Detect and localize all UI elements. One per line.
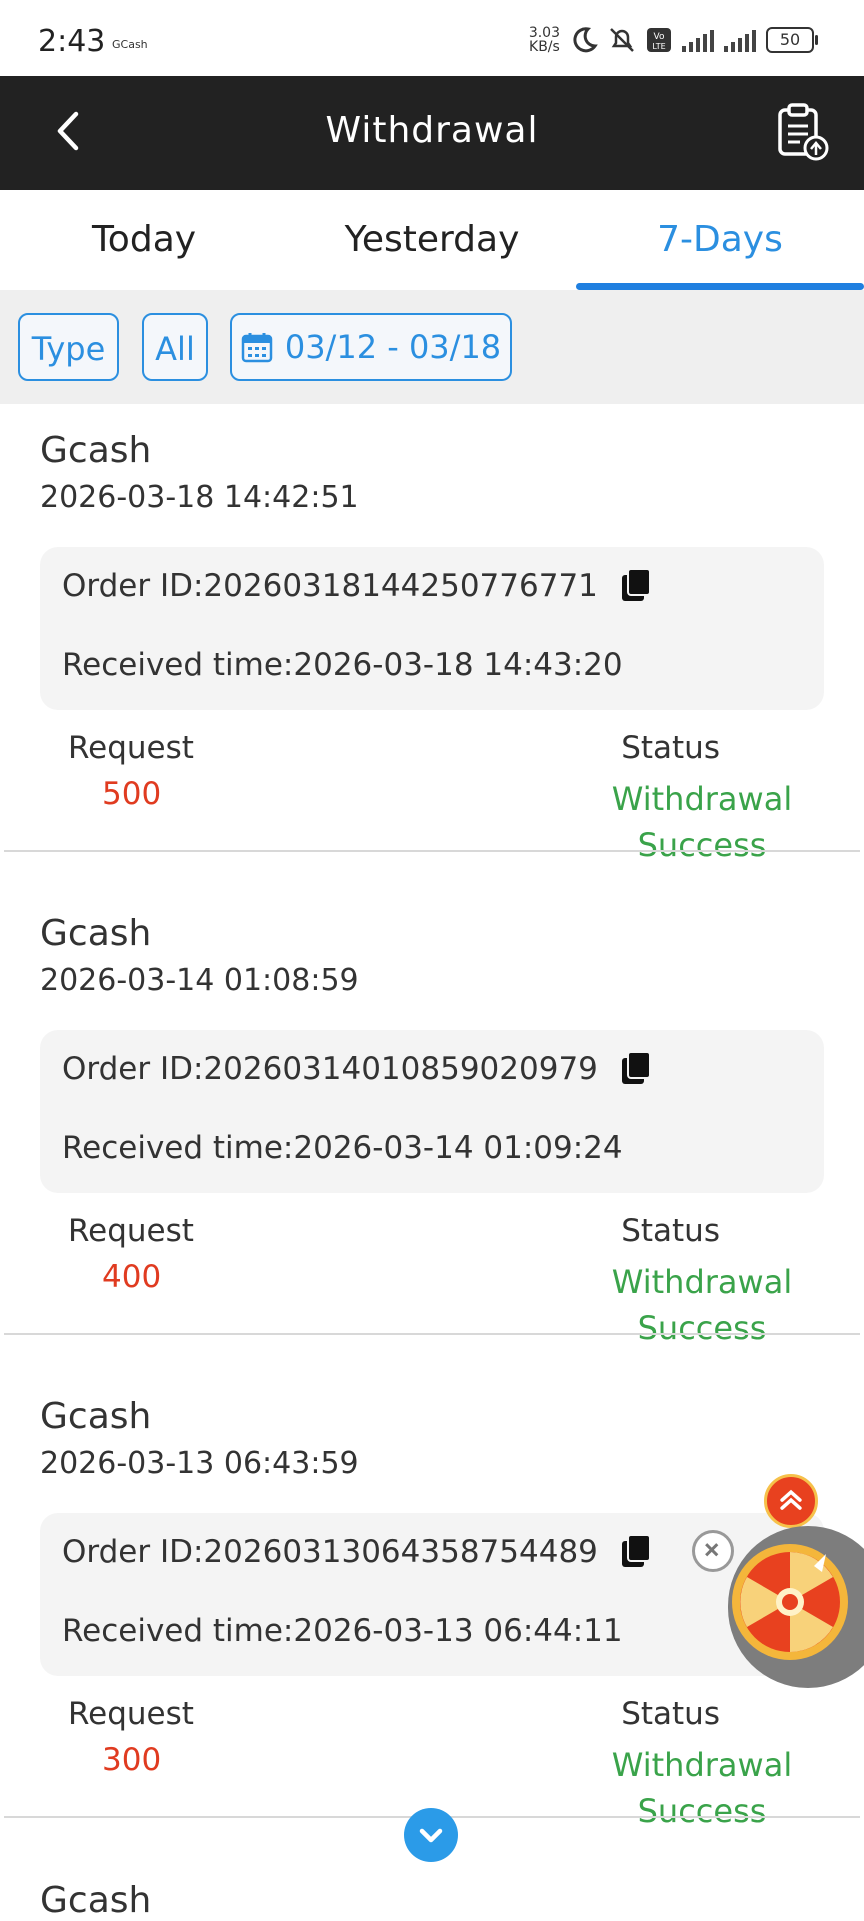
order-details: Order ID:20260318144250776771 Received t… — [40, 547, 824, 710]
tab-today[interactable]: Today — [0, 190, 288, 290]
order-id-text: Order ID:20260318144250776771 — [62, 568, 598, 604]
list-item: Gcash 2026-03-18 14:42:51 Order ID:20260… — [0, 404, 864, 887]
status-line-1: Withdrawal — [611, 1263, 793, 1301]
svg-text:Vo: Vo — [654, 32, 665, 42]
battery-icon: 50 — [766, 27, 818, 53]
status-line-2: Success — [637, 1309, 767, 1347]
filter-bar: Type All 03/12 - 03/18 — [0, 290, 864, 404]
record-datetime: 2026-03-18 14:42:51 — [40, 480, 359, 515]
status-label: Status — [621, 730, 720, 766]
volte-icon: VoLTE — [647, 28, 671, 52]
request-amount: 400 — [102, 1259, 162, 1295]
order-id-label: Order ID: — [62, 568, 204, 604]
net-speed: 3.03 KB/s — [529, 26, 560, 54]
list-item: Gcash 2026-03-14 01:08:59 Order ID:20260… — [0, 887, 864, 1370]
status-line-2: Success — [637, 1792, 767, 1830]
svg-text:LTE: LTE — [652, 42, 665, 51]
status-line-2: Success — [637, 826, 767, 864]
net-speed-value: 3.03 — [528, 25, 560, 41]
lucky-wheel-widget[interactable] — [728, 1526, 864, 1688]
date-range-button[interactable]: 03/12 - 03/18 — [230, 313, 512, 381]
order-id-text: Order ID:20260313064358754489 — [62, 1534, 598, 1570]
payment-method: Gcash — [40, 1396, 152, 1437]
order-id-value: 20260314010859020979 — [203, 1051, 598, 1087]
request-label: Request — [68, 730, 194, 766]
status-bar: 2:43 GCash 3.03 KB/s Vo LTE 50 — [0, 0, 864, 76]
status-label: Status — [621, 1213, 720, 1249]
received-time-label: Received time: — [62, 647, 294, 683]
status-label: Status — [621, 1696, 720, 1732]
received-time: Received time:2026-03-13 06:44:11 — [62, 1613, 623, 1649]
prize-wheel-icon — [732, 1544, 848, 1660]
copy-icon[interactable] — [618, 567, 652, 605]
clock: 2:43 — [38, 24, 106, 59]
copy-icon[interactable] — [618, 1050, 652, 1088]
received-time-label: Received time: — [62, 1130, 294, 1166]
request-label: Request — [68, 1213, 194, 1249]
notification-app-label: GCash — [112, 38, 148, 51]
order-id-row: Order ID:20260314010859020979 — [62, 1050, 652, 1088]
scroll-to-top-icon[interactable] — [764, 1474, 818, 1528]
copy-icon[interactable] — [618, 1533, 652, 1571]
received-time: Received time:2026-03-14 01:09:24 — [62, 1130, 623, 1166]
date-tabs: Today Yesterday 7-Days — [0, 190, 864, 290]
order-id-text: Order ID:20260314010859020979 — [62, 1051, 598, 1087]
order-id-row: Order ID:20260313064358754489 — [62, 1533, 652, 1571]
page-title: Withdrawal — [325, 110, 539, 151]
record-datetime: 2026-03-13 06:43:59 — [40, 1446, 359, 1481]
tab-7-days[interactable]: 7-Days — [576, 190, 864, 290]
status-badge: Withdrawal Success — [592, 1742, 812, 1834]
status-badge: Withdrawal Success — [592, 776, 812, 868]
order-id-label: Order ID: — [62, 1534, 204, 1570]
status-badge: Withdrawal Success — [592, 1259, 812, 1351]
signal-icon — [682, 28, 714, 52]
received-time-value: 2026-03-14 01:09:24 — [293, 1130, 623, 1166]
calendar-icon — [241, 333, 273, 363]
scroll-down-icon[interactable] — [404, 1808, 458, 1862]
net-speed-unit: KB/s — [529, 39, 560, 55]
signal-4g-icon — [724, 28, 756, 52]
divider — [4, 1333, 860, 1335]
moon-icon — [573, 27, 598, 53]
payment-method: Gcash — [40, 913, 152, 954]
type-filter-button[interactable]: Type — [18, 313, 119, 381]
payment-method: Gcash — [40, 430, 152, 471]
request-amount: 500 — [102, 776, 162, 812]
order-id-value: 20260313064358754489 — [203, 1534, 598, 1570]
bell-muted-icon — [610, 28, 634, 52]
received-time-label: Received time: — [62, 1613, 294, 1649]
order-details: Order ID:20260314010859020979 Received t… — [40, 1030, 824, 1193]
request-label: Request — [68, 1696, 194, 1732]
order-id-value: 20260318144250776771 — [203, 568, 598, 604]
app-header: Withdrawal — [0, 76, 864, 190]
all-filter-button[interactable]: All — [142, 313, 208, 381]
tab-yesterday[interactable]: Yesterday — [288, 190, 576, 290]
clipboard-upload-icon[interactable] — [774, 102, 830, 162]
order-id-label: Order ID: — [62, 1051, 204, 1087]
request-amount: 300 — [102, 1742, 162, 1778]
divider — [4, 850, 860, 852]
order-id-row: Order ID:20260318144250776771 — [62, 567, 652, 605]
status-icons: 3.03 KB/s Vo LTE 50 — [529, 26, 818, 54]
date-range-label: 03/12 - 03/18 — [284, 328, 502, 366]
status-line-1: Withdrawal — [611, 1746, 793, 1784]
received-time: Received time:2026-03-18 14:43:20 — [62, 647, 623, 683]
received-time-value: 2026-03-13 06:44:11 — [293, 1613, 623, 1649]
received-time-value: 2026-03-18 14:43:20 — [293, 647, 623, 683]
record-datetime: 2026-03-14 01:08:59 — [40, 963, 359, 998]
status-line-1: Withdrawal — [611, 780, 793, 818]
payment-method: Gcash — [40, 1880, 152, 1921]
